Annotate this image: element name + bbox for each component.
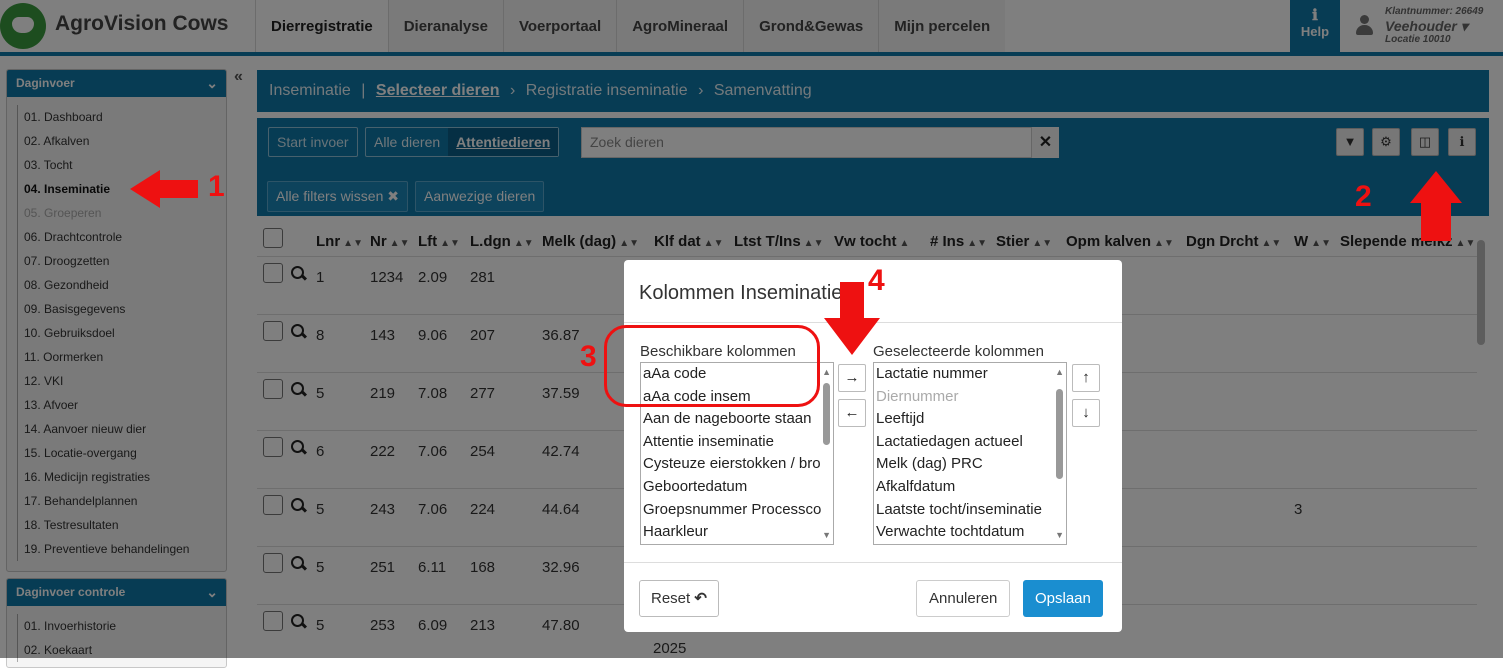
move-down-button[interactable]: ↓ [1072,399,1100,427]
cancel-button[interactable]: Annuleren [916,580,1011,617]
annotation-number-4: 4 [868,264,885,297]
list-option[interactable]: Leeftijd [874,408,1054,431]
reset-label: Reset [651,590,691,607]
list-scrollbar[interactable] [1056,389,1063,479]
list-option[interactable]: Verwachte tochtdatum [874,521,1054,544]
save-button[interactable]: Opslaan [1023,580,1103,617]
list-option[interactable]: Lactatiedagen actueel [874,431,1054,454]
divider [624,562,1122,563]
list-scrollbar[interactable] [823,383,830,445]
modal-title: Kolommen Inseminatie [639,282,843,304]
annotation-number-1: 1 [208,170,225,203]
annotation-number-2: 2 [1355,180,1372,213]
list-option[interactable]: Lactatie nummer [874,363,1054,386]
list-option[interactable]: Groepsnummer Processcontrole [641,499,821,522]
list-option[interactable]: Aan de nageboorte staan [641,408,821,431]
selected-columns-label: Geselecteerde kolommen [873,343,1044,360]
annotation-number-3: 3 [580,340,597,373]
move-right-button[interactable]: → [838,364,866,392]
list-option[interactable]: Laatste tocht/inseminatie [874,499,1054,522]
divider [624,322,1122,323]
list-option[interactable]: Cysteuze eierstokken / bronst [641,453,821,476]
move-up-button[interactable]: ↑ [1072,364,1100,392]
annotation-ring [604,325,820,407]
scroll-down-icon[interactable]: ▼ [1055,530,1064,540]
reset-button[interactable]: Reset ↶ [639,580,719,617]
move-left-button[interactable]: ← [838,399,866,427]
list-option[interactable]: Attentie inseminatie [641,431,821,454]
list-option[interactable]: Afkalfdatum [874,476,1054,499]
list-option[interactable]: Geboortedatum [641,476,821,499]
undo-icon: ↶ [694,590,707,607]
columns-modal: Kolommen Inseminatie Beschikbare kolomme… [624,260,1122,632]
list-option[interactable]: Haarkleur [641,521,821,544]
scroll-up-icon[interactable]: ▲ [1055,367,1064,377]
scroll-down-icon[interactable]: ▼ [822,530,831,540]
scroll-up-icon[interactable]: ▲ [822,367,831,377]
list-option[interactable]: Melk (dag) PRC [874,453,1054,476]
selected-columns-list[interactable]: Lactatie nummer Diernummer Leeftijd Lactati… [873,362,1067,545]
list-option: Diernummer [876,387,959,405]
